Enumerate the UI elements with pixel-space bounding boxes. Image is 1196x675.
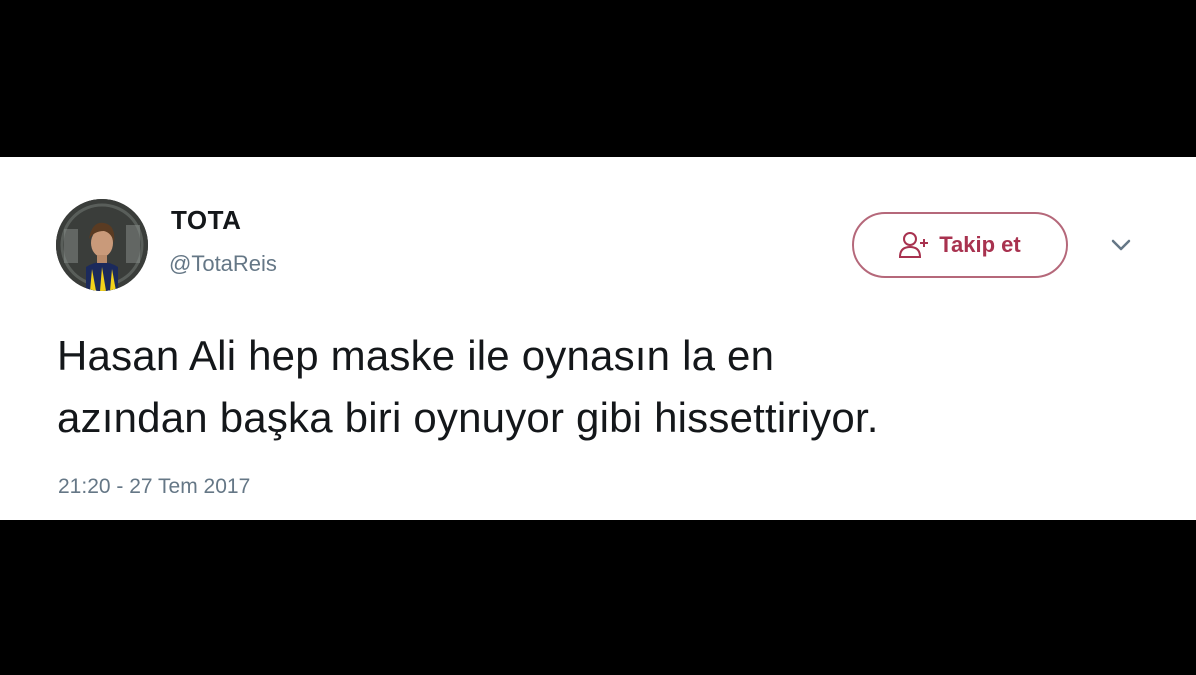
tweet-card: TOTA @TotaReis Takip et Hasan Ali hep ma…	[0, 157, 1196, 520]
avatar-image	[56, 199, 148, 291]
person-add-icon	[899, 231, 929, 259]
user-handle[interactable]: @TotaReis	[169, 251, 277, 277]
avatar[interactable]	[56, 199, 148, 291]
video-frame: TOTA @TotaReis Takip et Hasan Ali hep ma…	[0, 0, 1196, 675]
follow-button[interactable]: Takip et	[852, 212, 1068, 278]
tweet-timestamp[interactable]: 21:20 - 27 Tem 2017	[58, 475, 250, 499]
follow-button-label: Takip et	[939, 232, 1021, 257]
display-name[interactable]: TOTA	[171, 205, 241, 236]
tweet-text: Hasan Ali hep maske ile oynasın la en az…	[57, 332, 879, 441]
chevron-down-icon[interactable]	[1108, 235, 1134, 255]
